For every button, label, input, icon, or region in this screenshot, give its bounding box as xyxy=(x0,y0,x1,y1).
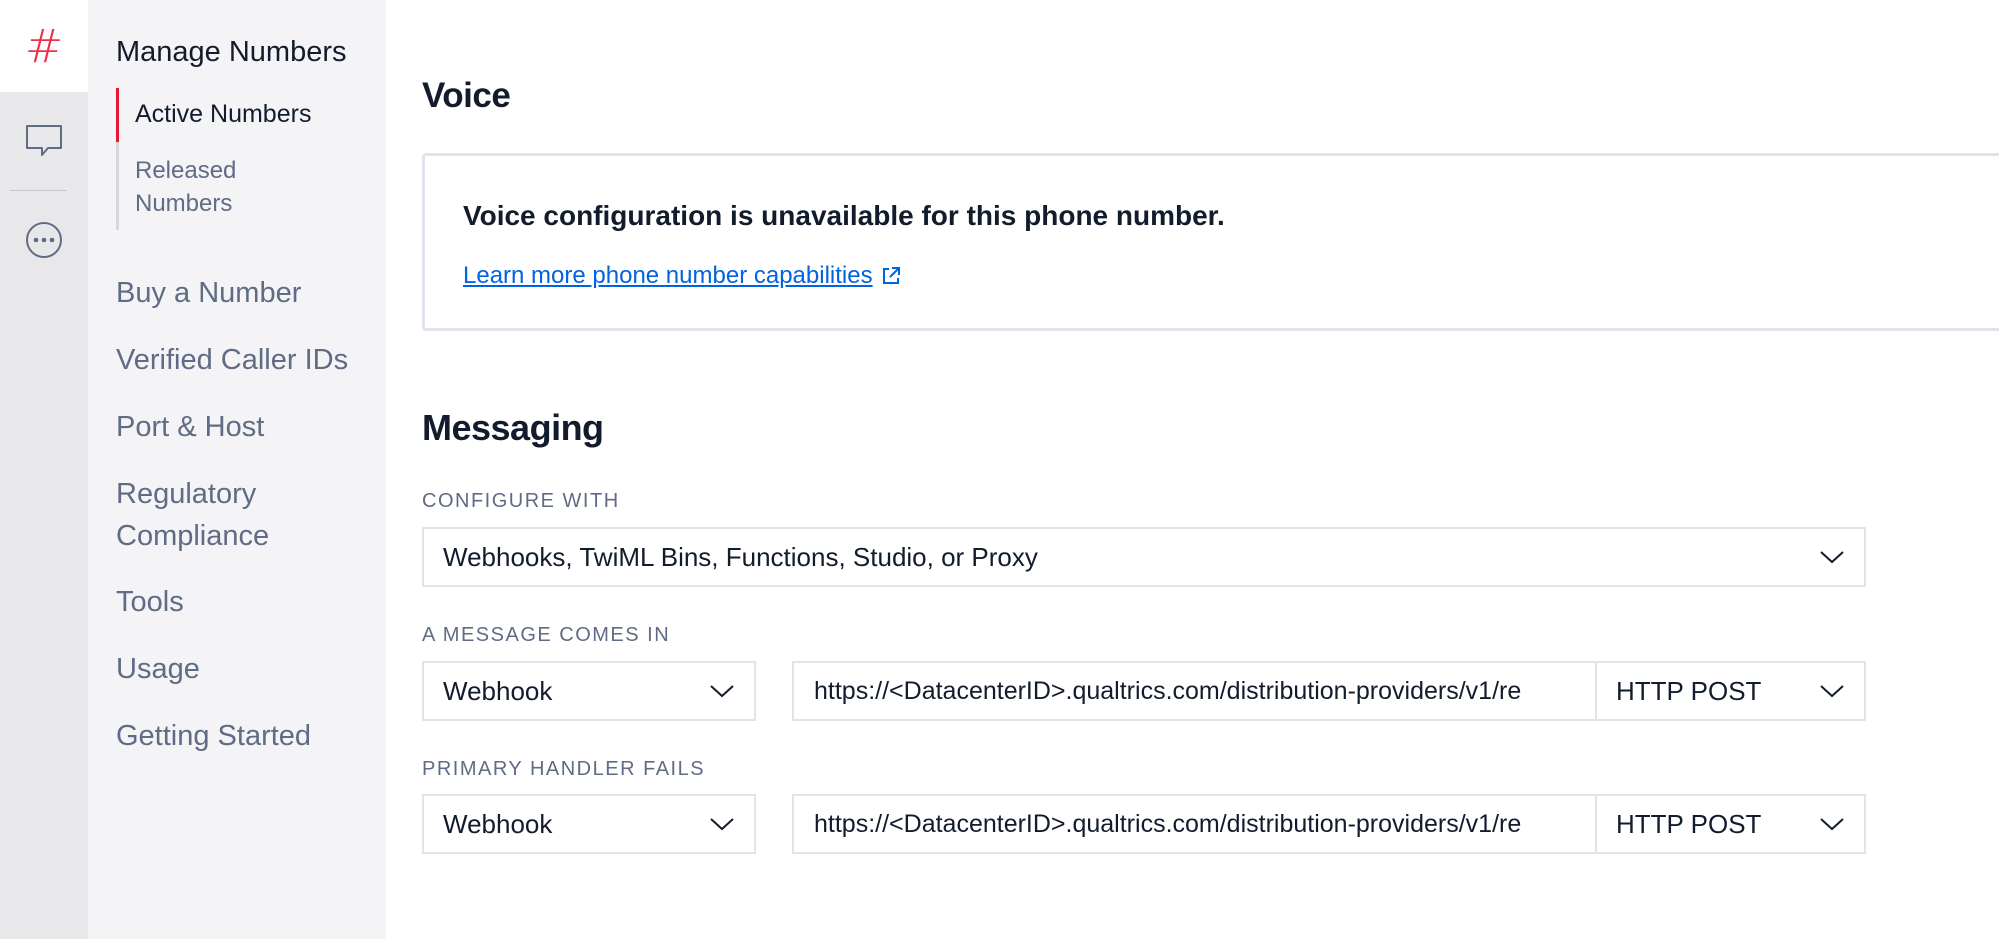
chevron-down-icon xyxy=(1800,816,1864,832)
messaging-heading: Messaging xyxy=(422,407,604,448)
sidebar-item-active-numbers[interactable]: Active Numbers xyxy=(135,100,311,129)
fallback-type-value: Webhook xyxy=(443,808,553,839)
message-comes-in-label: A MESSAGE COMES IN xyxy=(422,624,671,646)
primary-handler-fails-label: PRIMARY HANDLER FAILS xyxy=(422,758,706,780)
icon-rail: # xyxy=(0,0,88,939)
sidebar-item-tools[interactable]: Tools xyxy=(116,581,184,623)
voice-unavailable-card: Voice configuration is unavailable for t… xyxy=(422,153,1999,331)
sidebar-item-buy-a-number[interactable]: Buy a Number xyxy=(116,272,301,314)
external-link-icon xyxy=(882,267,900,284)
hash-glyph: # xyxy=(24,19,64,73)
capabilities-link[interactable]: Learn more phone number capabilities xyxy=(463,262,901,290)
sidebar-subnav: Active Numbers Released Numbers xyxy=(116,88,379,230)
active-indicator xyxy=(116,88,119,142)
more-icon[interactable] xyxy=(0,210,88,270)
incoming-method-select[interactable]: HTTP POST xyxy=(1595,661,1866,721)
sidebar-item-usage[interactable]: Usage xyxy=(116,648,200,690)
fallback-url-input[interactable] xyxy=(794,796,1595,852)
sidebar-item-verified-caller-ids[interactable]: Verified Caller IDs xyxy=(116,339,348,381)
sidebar-item-port-host[interactable]: Port & Host xyxy=(116,406,264,448)
configure-with-label: CONFIGURE WITH xyxy=(422,490,620,512)
configure-with-value: Webhooks, TwiML Bins, Functions, Studio,… xyxy=(443,541,1038,572)
rail-divider xyxy=(10,190,67,191)
chevron-down-icon xyxy=(690,683,754,699)
chat-icon[interactable] xyxy=(0,110,88,170)
configure-with-select[interactable]: Webhooks, TwiML Bins, Functions, Studio,… xyxy=(422,527,1866,587)
hash-icon[interactable]: # xyxy=(0,0,88,92)
incoming-type-select[interactable]: Webhook xyxy=(422,661,756,721)
capabilities-link-text: Learn more phone number capabilities xyxy=(463,262,873,289)
sidebar-item-released-numbers[interactable]: Released Numbers xyxy=(135,154,275,220)
incoming-type-value: Webhook xyxy=(443,675,553,706)
sidebar: Manage Numbers Active Numbers Released N… xyxy=(88,0,386,939)
incoming-url-input[interactable] xyxy=(794,663,1595,719)
fallback-method-value: HTTP POST xyxy=(1616,808,1762,839)
fallback-type-select[interactable]: Webhook xyxy=(422,794,756,854)
fallback-method-select[interactable]: HTTP POST xyxy=(1595,794,1866,854)
chevron-down-icon xyxy=(1800,683,1864,699)
voice-heading: Voice xyxy=(422,76,511,115)
voice-unavailable-message: Voice configuration is unavailable for t… xyxy=(463,200,1225,231)
sidebar-title[interactable]: Manage Numbers xyxy=(116,36,347,69)
fallback-url-field[interactable] xyxy=(792,794,1597,854)
incoming-method-value: HTTP POST xyxy=(1616,675,1762,706)
chevron-down-icon xyxy=(690,816,754,832)
incoming-url-field[interactable] xyxy=(792,661,1597,721)
chevron-down-icon xyxy=(1800,549,1864,565)
sidebar-item-regulatory-compliance[interactable]: Regulatory Compliance xyxy=(116,473,316,557)
sidebar-item-getting-started[interactable]: Getting Started xyxy=(116,715,311,757)
